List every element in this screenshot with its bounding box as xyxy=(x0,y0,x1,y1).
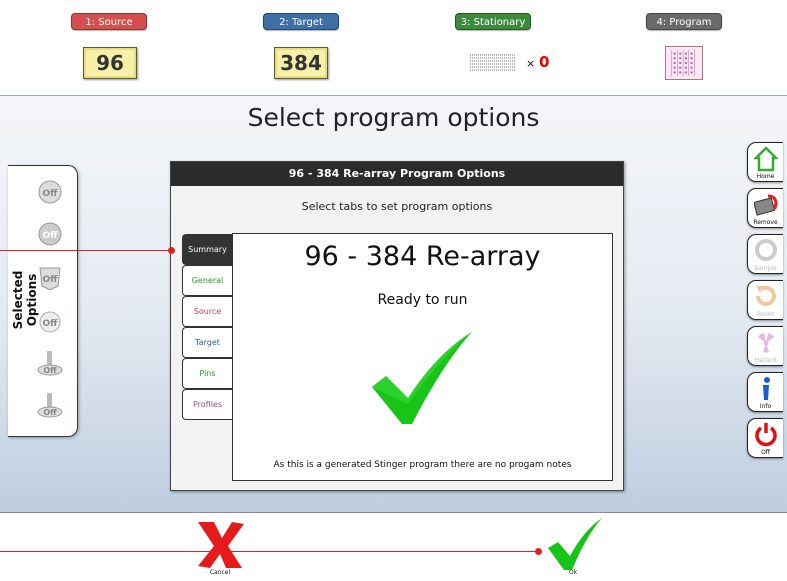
hazard-button[interactable]: Hazard xyxy=(747,326,783,366)
tab-pins[interactable]: Pins xyxy=(182,358,232,389)
info-label: Info xyxy=(759,403,772,410)
dialog-subtitle: Select tabs to set program options xyxy=(301,200,493,213)
step-bar: 1: Source 2: Target 3: Stationary 4: Pro… xyxy=(0,0,787,96)
callout-dot-ok xyxy=(535,548,542,555)
tab-profiles[interactable]: Profiles xyxy=(182,389,232,420)
svg-text:Off: Off xyxy=(43,275,59,285)
program-plate-icon[interactable] xyxy=(665,46,703,80)
program-notes: As this is a generated Stinger program t… xyxy=(273,460,572,470)
sample-icon xyxy=(755,239,777,261)
home-icon xyxy=(754,146,778,172)
power-icon xyxy=(755,423,777,447)
tab-summary[interactable]: Summary xyxy=(182,234,232,265)
step-program-button[interactable]: 4: Program xyxy=(646,13,722,30)
info-button[interactable]: Info xyxy=(747,372,783,412)
option-off-icon: Off xyxy=(39,267,61,291)
page-title: Select program options xyxy=(247,103,540,132)
step-target-button[interactable]: 2: Target xyxy=(263,13,339,30)
option-off-icon: Off xyxy=(39,311,61,333)
tab-general[interactable]: General xyxy=(182,265,232,296)
bottom-bar: Cancel Ok xyxy=(0,513,787,581)
callout-line-tabs xyxy=(0,250,171,251)
main-panel: Select program options Selected Options … xyxy=(0,96,787,513)
svg-text:Off: Off xyxy=(43,189,59,199)
reset-label: Reset xyxy=(757,311,774,318)
step-source-button[interactable]: 1: Source xyxy=(71,13,147,30)
option-off-icon: Off xyxy=(38,180,62,204)
reset-icon xyxy=(756,285,776,306)
stationary-pins-icon[interactable] xyxy=(468,52,518,74)
off-label: Off xyxy=(761,449,770,456)
tab-source[interactable]: Source xyxy=(182,296,232,327)
callout-line-ok xyxy=(0,551,538,552)
app-window: 1: Source 2: Target 3: Stationary 4: Pro… xyxy=(0,0,787,581)
hazard-label: Hazard xyxy=(754,357,777,364)
cancel-label: Cancel xyxy=(209,569,231,576)
ready-check-icon xyxy=(372,332,472,424)
option-off-icon: Off xyxy=(37,393,63,418)
svg-text:Off: Off xyxy=(43,366,57,375)
selected-options-drawer[interactable]: Selected Options Off Off Off Off Off Off xyxy=(8,165,78,437)
home-button[interactable]: Home xyxy=(747,142,783,182)
step-stationary-button[interactable]: 3: Stationary xyxy=(455,13,531,30)
ok-label: Ok xyxy=(568,569,578,576)
svg-text:Off: Off xyxy=(43,408,57,417)
sample-button[interactable]: Sample xyxy=(747,234,783,274)
info-icon xyxy=(763,377,770,400)
radiation-icon xyxy=(758,333,774,353)
options-tabs: Summary General Source Target Pins Profi… xyxy=(182,234,232,420)
home-label: Home xyxy=(756,173,775,180)
source-plate[interactable]: 96 xyxy=(83,47,137,79)
dialog-title: 96 - 384 Re-array Program Options xyxy=(171,162,623,186)
target-plate[interactable]: 384 xyxy=(274,47,328,79)
summary-panel: 96 - 384 Re-array Ready to run As this i… xyxy=(232,233,613,481)
remove-label: Remove xyxy=(753,219,778,226)
tab-target[interactable]: Target xyxy=(182,327,232,358)
program-options-dialog: 96 - 384 Re-array Program Options Select… xyxy=(170,161,624,491)
reset-button[interactable]: Reset xyxy=(747,280,783,320)
option-off-icon: Off xyxy=(38,222,62,246)
remove-button[interactable]: Remove xyxy=(747,188,783,228)
svg-text:Off: Off xyxy=(43,319,59,329)
svg-text:Off: Off xyxy=(43,231,59,241)
stationary-multiplier: × xyxy=(526,57,536,70)
power-off-button[interactable]: Off xyxy=(747,418,783,458)
program-name: 96 - 384 Re-array xyxy=(304,241,541,272)
sample-label: Sample xyxy=(754,265,777,272)
stationary-count: 0 xyxy=(539,53,550,71)
callout-dot-tabs xyxy=(168,247,175,254)
program-status: Ready to run xyxy=(377,292,468,308)
option-off-icon: Off xyxy=(37,351,63,376)
remove-plate-icon xyxy=(754,194,778,216)
